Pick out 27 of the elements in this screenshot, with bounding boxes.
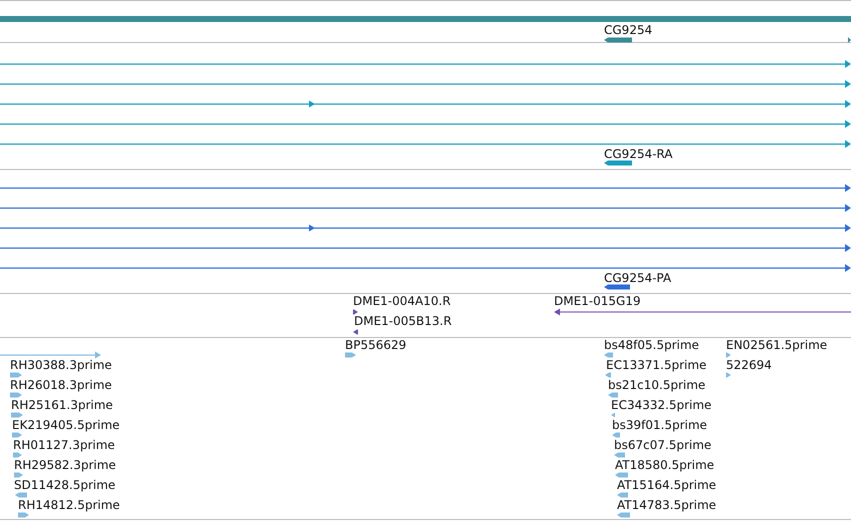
feature-label: bs21c10.5prime bbox=[608, 378, 706, 392]
feature-label: CG9254-RA bbox=[604, 147, 673, 161]
feature-label: CG9254 bbox=[604, 23, 652, 37]
feature-label: DME1-015G19 bbox=[554, 294, 641, 308]
feature-label: EK219405.5prime bbox=[12, 418, 120, 432]
feature-label: EN02561.5prime bbox=[726, 338, 828, 352]
feature-label: bs39f01.5prime bbox=[612, 418, 708, 432]
feature-label: EC34332.5prime bbox=[611, 398, 712, 412]
feature-arrow bbox=[848, 37, 851, 43]
feature-label: RH29582.3prime bbox=[14, 458, 116, 472]
feature-label: bs67c07.5prime bbox=[614, 438, 712, 452]
feature-label: RH14812.5prime bbox=[18, 498, 120, 512]
feature-label: CG9254-PA bbox=[604, 271, 672, 285]
feature-label: bs48f05.5prime bbox=[604, 338, 700, 352]
feature-label: EC13371.5prime bbox=[606, 358, 707, 372]
feature-label: SD11428.5prime bbox=[14, 478, 116, 492]
feature-label: RH25161.3prime bbox=[11, 398, 113, 412]
feature-label: RH30388.3prime bbox=[10, 358, 112, 372]
feature-label: BP556629 bbox=[345, 338, 406, 352]
feature-label: AT14783.5prime bbox=[617, 498, 716, 512]
feature-label: AT18580.5prime bbox=[615, 458, 714, 472]
feature-label: DME1-004A10.R bbox=[353, 294, 451, 308]
feature-label: DME1-005B13.R bbox=[354, 314, 452, 328]
feature-label: RH01127.3prime bbox=[13, 438, 115, 452]
feature-label: RH26018.3prime bbox=[10, 378, 112, 392]
feature-label: AT15164.5prime bbox=[617, 478, 716, 492]
feature-label: 522694 bbox=[726, 358, 772, 372]
